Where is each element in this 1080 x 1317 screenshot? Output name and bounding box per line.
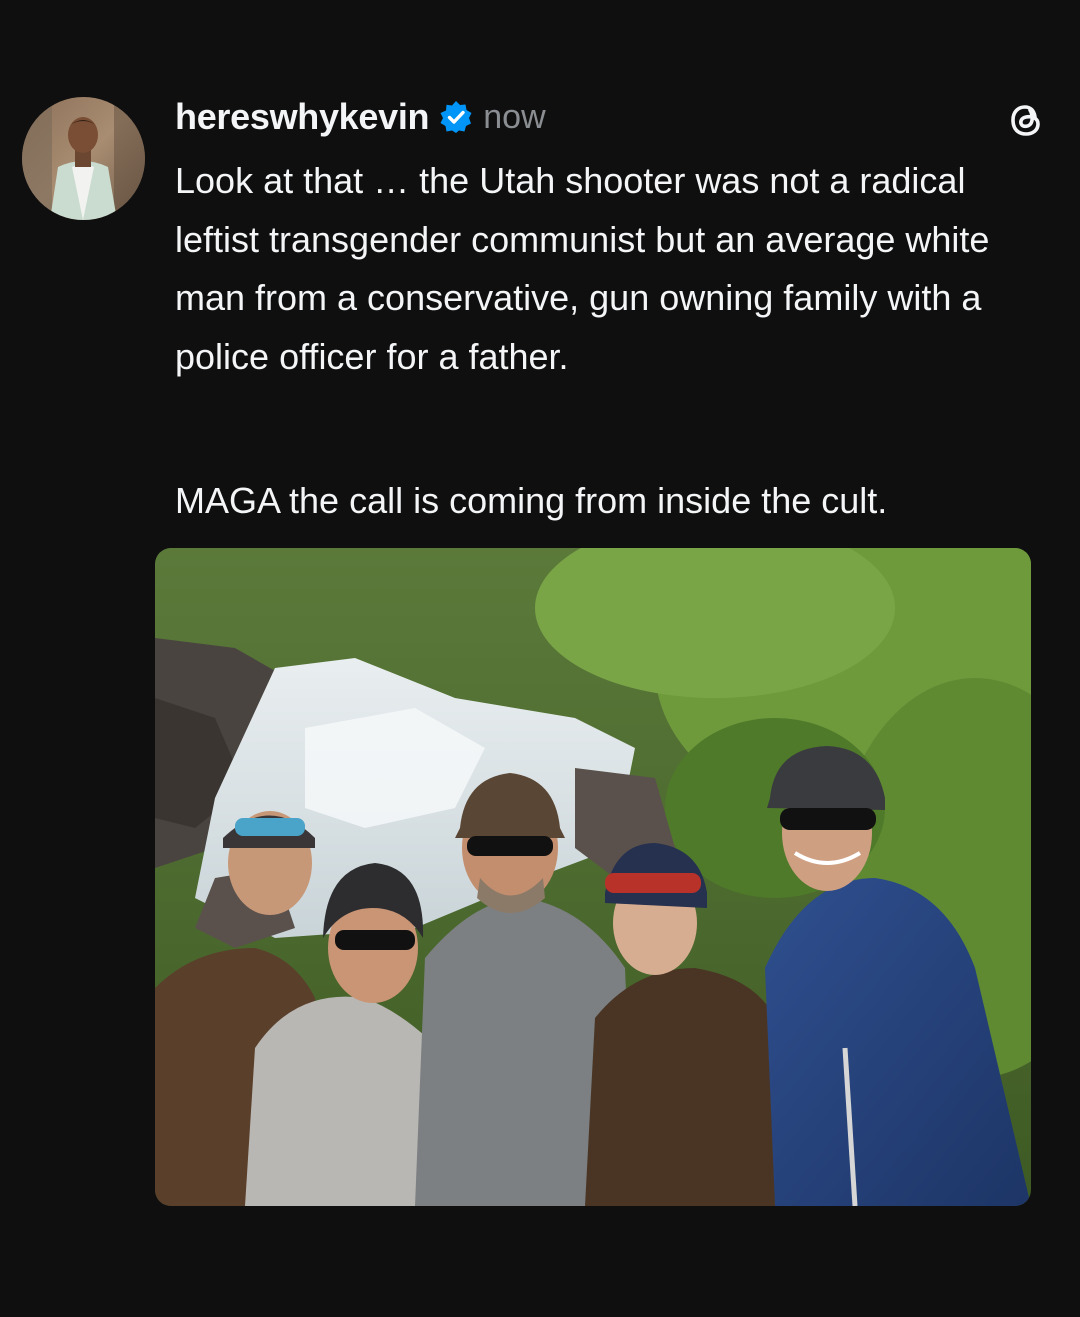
post-header: hereswhykevin now xyxy=(175,92,546,142)
post-body-paragraph-2: MAGA the call is coming from inside the … xyxy=(175,480,888,521)
threads-post: hereswhykevin now Look at that … the Uta… xyxy=(0,0,1080,1317)
verified-badge-icon xyxy=(439,100,473,134)
username-link[interactable]: hereswhykevin xyxy=(175,96,430,138)
post-timestamp: now xyxy=(483,97,546,136)
post-photo-family-waterfall[interactable] xyxy=(155,548,1031,1206)
user-avatar[interactable] xyxy=(22,97,145,220)
post-body-paragraph-1: Look at that … the Utah shooter was not … xyxy=(175,160,990,377)
threads-logo-icon[interactable] xyxy=(1003,97,1049,143)
